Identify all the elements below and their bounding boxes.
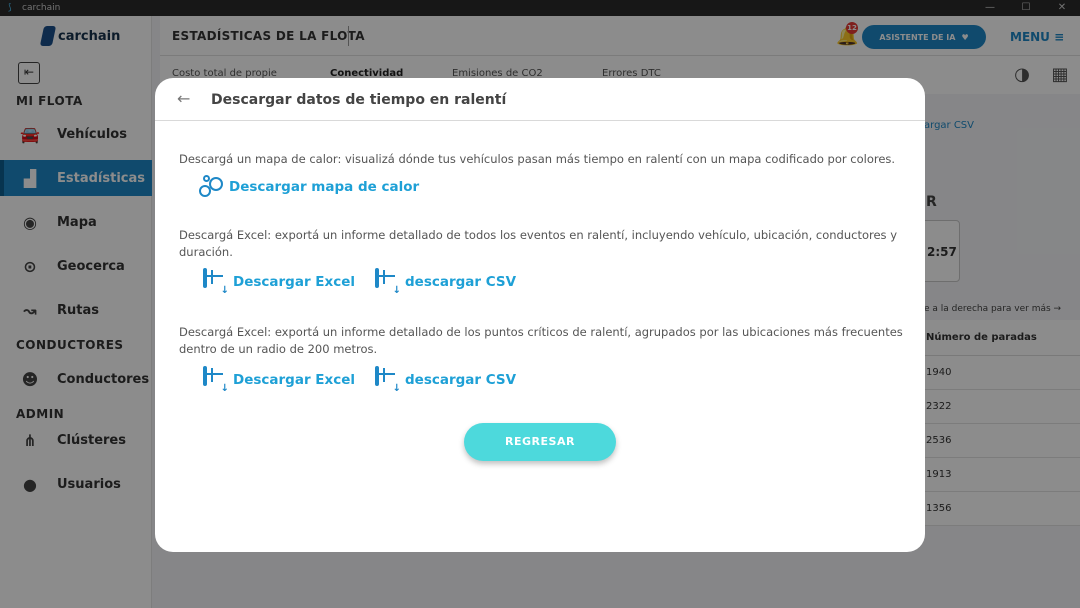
download-csv-label: descargar CSV [405, 274, 517, 290]
modal-header: ← Descargar datos de tiempo en ralentí [155, 78, 925, 121]
download-excel-label: Descargar Excel [233, 372, 356, 388]
download-heatmap-label: Descargar mapa de calor [229, 179, 420, 195]
heatmap-bubbles-icon [199, 175, 225, 199]
excel-download-icon: ↓ [203, 268, 229, 296]
download-events-excel-link[interactable]: ↓ Descargar Excel [203, 268, 356, 296]
idle-hotspots-description: Descargá Excel: exportá un informe detal… [179, 325, 903, 356]
download-excel-label: Descargar Excel [233, 274, 356, 290]
modal-title: Descargar datos de tiempo en ralentí [211, 92, 507, 108]
heatmap-description: Descargá un mapa de calor: visualizá dón… [179, 152, 896, 166]
download-events-csv-link[interactable]: ↓ descargar CSV [375, 268, 517, 296]
download-csv-label: descargar CSV [405, 372, 517, 388]
idle-events-description: Descargá Excel: exportá un informe detal… [179, 228, 898, 259]
csv-download-icon: ↓ [375, 268, 401, 296]
download-hotspots-csv-link[interactable]: ↓ descargar CSV [375, 366, 517, 394]
idle-data-download-modal: ← Descargar datos de tiempo en ralentí D… [155, 78, 925, 552]
csv-download-icon: ↓ [375, 366, 401, 394]
download-heatmap-link[interactable]: Descargar mapa de calor [199, 175, 419, 199]
back-arrow-icon[interactable]: ← [177, 89, 190, 108]
excel-download-icon: ↓ [203, 366, 229, 394]
download-hotspots-excel-link[interactable]: ↓ Descargar Excel [203, 366, 356, 394]
return-button[interactable]: REGRESAR [464, 423, 616, 461]
